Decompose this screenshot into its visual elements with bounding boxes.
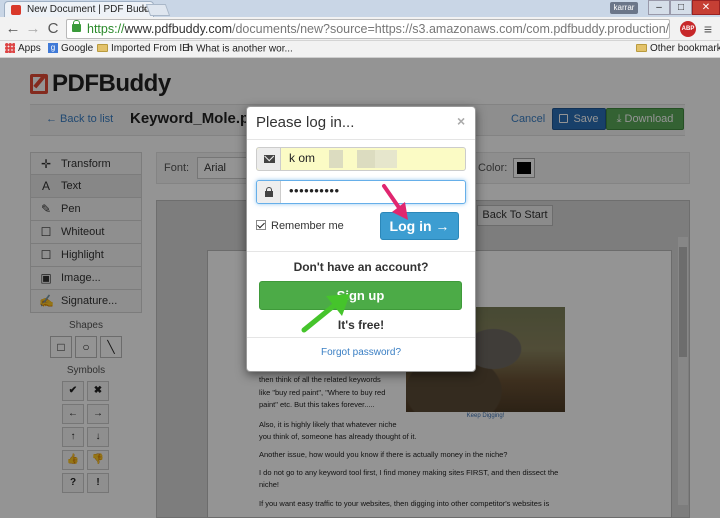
other-bookmarks[interactable]: Other bookmarks <box>636 41 720 57</box>
email-value: k om <box>289 151 316 165</box>
divider <box>247 337 475 338</box>
remember-me-checkbox[interactable]: Remember me <box>256 220 344 232</box>
password-field[interactable]: •••••••••• <box>256 180 466 204</box>
h-site-icon: h <box>187 43 194 54</box>
adblock-plus-icon[interactable]: ABP <box>680 21 696 37</box>
bookmarks-bar: Apps g Google Imported From IE h What is a… <box>0 41 720 58</box>
tab-title: New Document | PDF Buddy <box>27 4 154 15</box>
its-free-text: It's free! <box>337 318 385 332</box>
redaction-block <box>357 150 375 168</box>
redaction-block <box>375 150 397 168</box>
signup-button[interactable]: Sign up <box>259 281 462 310</box>
apps-grid-icon <box>5 43 15 54</box>
forward-arrow-icon[interactable]: → <box>24 20 42 38</box>
divider <box>247 251 475 252</box>
address-bar[interactable]: https://www.pdfbuddy.com/documents/new?s… <box>66 19 670 39</box>
reload-icon[interactable]: C <box>44 20 62 38</box>
user-profile-badge[interactable]: karrar <box>610 2 638 14</box>
folder-icon <box>97 44 108 53</box>
pink-pointer-arrow-icon <box>382 184 408 220</box>
new-tab-button[interactable] <box>145 4 171 16</box>
folder-icon <box>636 44 647 53</box>
minimize-button[interactable]: – <box>648 0 670 15</box>
bookmark-what-is-another-word[interactable]: h What is another wor... <box>187 41 293 58</box>
password-addon <box>257 181 281 203</box>
pdfbuddy-favicon-icon <box>11 5 21 15</box>
modal-close-icon[interactable]: × <box>457 113 465 129</box>
bookmark-imported-from-ie[interactable]: Imported From IE <box>97 41 189 57</box>
lock-icon <box>265 187 273 197</box>
google-icon: g <box>48 43 58 54</box>
modal-title: Please log in... <box>256 114 355 131</box>
bookmark-google[interactable]: g Google <box>48 41 93 57</box>
email-addon <box>257 148 281 170</box>
secure-lock-icon <box>72 20 81 32</box>
redaction-block <box>329 150 343 168</box>
browser-menu-icon[interactable]: ≡ <box>700 21 716 37</box>
forgot-password-link[interactable]: Forgot password? <box>246 347 476 358</box>
back-arrow-icon[interactable]: ← <box>4 20 22 38</box>
url-scheme: https:// <box>87 22 125 36</box>
browser-tab[interactable]: New Document | PDF Buddy × <box>4 1 154 18</box>
divider <box>247 139 475 140</box>
browser-toolbar: ← → C https://www.pdfbuddy.com/documents… <box>0 17 720 41</box>
window-close-button[interactable]: ✕ <box>692 0 720 15</box>
url-path: /documents/new?source=https://s3.amazona… <box>232 22 670 36</box>
url-host: www.pdfbuddy.com <box>124 22 232 36</box>
envelope-icon <box>264 155 275 163</box>
maximize-button[interactable]: □ <box>670 0 692 15</box>
bookmark-apps[interactable]: Apps <box>5 41 41 57</box>
green-pointer-arrow-icon <box>301 294 350 333</box>
no-account-text: Don't have an account? <box>293 260 429 274</box>
password-value: •••••••••• <box>289 183 340 198</box>
email-field[interactable]: k om <box>256 147 466 171</box>
checkbox-checked-icon <box>256 220 266 230</box>
